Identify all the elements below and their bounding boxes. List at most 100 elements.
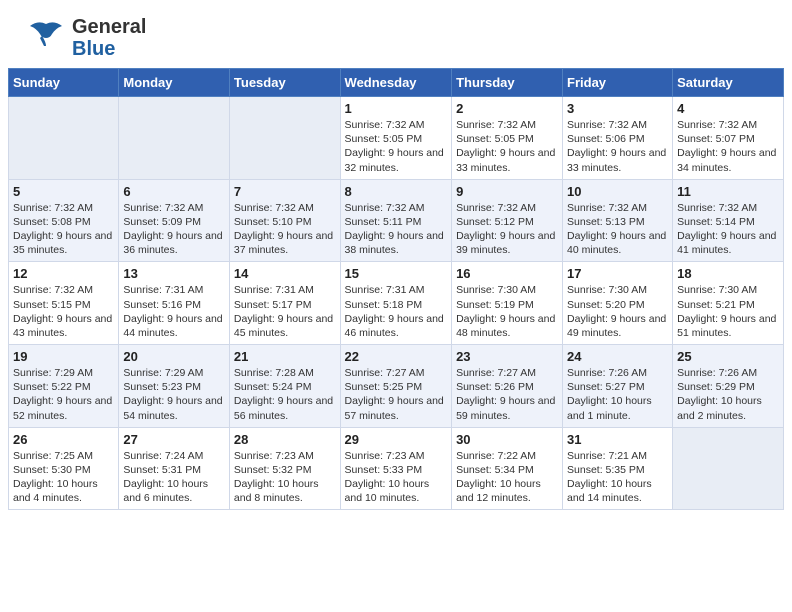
day-number: 12 (13, 266, 114, 281)
day-cell: 7 Sunrise: 7:32 AM Sunset: 5:10 PM Daylig… (229, 179, 340, 262)
day-number: 15 (345, 266, 448, 281)
weekday-header-wednesday: Wednesday (340, 69, 452, 97)
day-number: 11 (677, 184, 779, 199)
day-info: Sunrise: 7:32 AM Sunset: 5:08 PM Dayligh… (13, 201, 114, 258)
day-number: 25 (677, 349, 779, 364)
weekday-header-thursday: Thursday (452, 69, 563, 97)
day-number: 2 (456, 101, 558, 116)
week-row-1: 1 Sunrise: 7:32 AM Sunset: 5:05 PM Daylig… (9, 97, 784, 180)
day-cell: 19 Sunrise: 7:29 AM Sunset: 5:22 PM Dayli… (9, 345, 119, 428)
day-cell (9, 97, 119, 180)
day-cell: 26 Sunrise: 7:25 AM Sunset: 5:30 PM Dayli… (9, 427, 119, 510)
day-number: 8 (345, 184, 448, 199)
day-number: 4 (677, 101, 779, 116)
day-number: 18 (677, 266, 779, 281)
weekday-header-tuesday: Tuesday (229, 69, 340, 97)
day-info: Sunrise: 7:29 AM Sunset: 5:23 PM Dayligh… (123, 366, 225, 423)
day-info: Sunrise: 7:32 AM Sunset: 5:06 PM Dayligh… (567, 118, 668, 175)
day-cell: 23Sunrise: 7:27 AM Sunset: 5:26 PM Dayli… (452, 345, 563, 428)
day-cell: 14Sunrise: 7:31 AM Sunset: 5:17 PM Dayli… (229, 262, 340, 345)
day-cell: 29 Sunrise: 7:23 AM Sunset: 5:33 PM Dayli… (340, 427, 452, 510)
day-info: Sunrise: 7:29 AM Sunset: 5:22 PM Dayligh… (13, 366, 114, 423)
week-row-4: 19 Sunrise: 7:29 AM Sunset: 5:22 PM Dayli… (9, 345, 784, 428)
day-cell: 22 Sunrise: 7:27 AM Sunset: 5:25 PM Dayli… (340, 345, 452, 428)
day-info: Sunrise: 7:27 AM Sunset: 5:25 PM Dayligh… (345, 366, 448, 423)
day-cell: 1 Sunrise: 7:32 AM Sunset: 5:05 PM Daylig… (340, 97, 452, 180)
day-number: 20 (123, 349, 225, 364)
day-number: 3 (567, 101, 668, 116)
day-info: Sunrise: 7:26 AM Sunset: 5:29 PM Dayligh… (677, 366, 779, 423)
day-info: Sunrise: 7:25 AM Sunset: 5:30 PM Dayligh… (13, 449, 114, 506)
day-number: 30 (456, 432, 558, 447)
day-number: 7 (234, 184, 336, 199)
day-number: 26 (13, 432, 114, 447)
logo: General Blue (24, 16, 146, 60)
day-number: 16 (456, 266, 558, 281)
day-info: Sunrise: 7:23 AM Sunset: 5:33 PM Dayligh… (345, 449, 448, 506)
day-cell: 18 Sunrise: 7:30 AM Sunset: 5:21 PM Dayli… (673, 262, 784, 345)
day-number: 1 (345, 101, 448, 116)
day-cell: 25 Sunrise: 7:26 AM Sunset: 5:29 PM Dayli… (673, 345, 784, 428)
day-number: 13 (123, 266, 225, 281)
day-cell: 28 Sunrise: 7:23 AM Sunset: 5:32 PM Dayli… (229, 427, 340, 510)
week-row-5: 26 Sunrise: 7:25 AM Sunset: 5:30 PM Dayli… (9, 427, 784, 510)
day-cell: 4 Sunrise: 7:32 AM Sunset: 5:07 PM Daylig… (673, 97, 784, 180)
day-cell: 10 Sunrise: 7:32 AM Sunset: 5:13 PM Dayli… (563, 179, 673, 262)
day-cell: 17 Sunrise: 7:30 AM Sunset: 5:20 PM Dayli… (563, 262, 673, 345)
day-info: Sunrise: 7:24 AM Sunset: 5:31 PM Dayligh… (123, 449, 225, 506)
day-cell: 31 Sunrise: 7:21 AM Sunset: 5:35 PM Dayli… (563, 427, 673, 510)
day-info: Sunrise: 7:32 AM Sunset: 5:05 PM Dayligh… (345, 118, 448, 175)
logo-text-block: General Blue (72, 16, 146, 60)
logo-blue: Blue (72, 38, 146, 60)
day-number: 28 (234, 432, 336, 447)
day-info: Sunrise: 7:31 AM Sunset: 5:17 PM Dayligh… (234, 283, 336, 340)
day-info: Sunrise: 7:21 AM Sunset: 5:35 PM Dayligh… (567, 449, 668, 506)
day-cell: 20 Sunrise: 7:29 AM Sunset: 5:23 PM Dayli… (119, 345, 230, 428)
day-number: 9 (456, 184, 558, 199)
day-info: Sunrise: 7:30 AM Sunset: 5:20 PM Dayligh… (567, 283, 668, 340)
weekday-header-saturday: Saturday (673, 69, 784, 97)
day-cell: 2 Sunrise: 7:32 AM Sunset: 5:05 PM Daylig… (452, 97, 563, 180)
day-cell: 12 Sunrise: 7:32 AM Sunset: 5:15 PM Dayli… (9, 262, 119, 345)
week-row-2: 5Sunrise: 7:32 AM Sunset: 5:08 PM Daylig… (9, 179, 784, 262)
day-info: Sunrise: 7:30 AM Sunset: 5:21 PM Dayligh… (677, 283, 779, 340)
day-number: 29 (345, 432, 448, 447)
day-info: Sunrise: 7:32 AM Sunset: 5:05 PM Dayligh… (456, 118, 558, 175)
day-info: Sunrise: 7:23 AM Sunset: 5:32 PM Dayligh… (234, 449, 336, 506)
day-info: Sunrise: 7:28 AM Sunset: 5:24 PM Dayligh… (234, 366, 336, 423)
day-info: Sunrise: 7:32 AM Sunset: 5:10 PM Dayligh… (234, 201, 336, 258)
logo-general: General (72, 16, 146, 38)
day-cell: 3 Sunrise: 7:32 AM Sunset: 5:06 PM Daylig… (563, 97, 673, 180)
day-cell: 8 Sunrise: 7:32 AM Sunset: 5:11 PM Daylig… (340, 179, 452, 262)
day-number: 17 (567, 266, 668, 281)
day-number: 27 (123, 432, 225, 447)
day-number: 31 (567, 432, 668, 447)
day-info: Sunrise: 7:32 AM Sunset: 5:15 PM Dayligh… (13, 283, 114, 340)
day-number: 22 (345, 349, 448, 364)
day-cell: 13Sunrise: 7:31 AM Sunset: 5:16 PM Dayli… (119, 262, 230, 345)
day-info: Sunrise: 7:32 AM Sunset: 5:12 PM Dayligh… (456, 201, 558, 258)
day-cell (229, 97, 340, 180)
day-cell: 5Sunrise: 7:32 AM Sunset: 5:08 PM Daylig… (9, 179, 119, 262)
day-number: 10 (567, 184, 668, 199)
weekday-header-monday: Monday (119, 69, 230, 97)
day-info: Sunrise: 7:26 AM Sunset: 5:27 PM Dayligh… (567, 366, 668, 423)
weekday-header-row: SundayMondayTuesdayWednesdayThursdayFrid… (9, 69, 784, 97)
day-info: Sunrise: 7:32 AM Sunset: 5:09 PM Dayligh… (123, 201, 225, 258)
day-cell: 27 Sunrise: 7:24 AM Sunset: 5:31 PM Dayli… (119, 427, 230, 510)
day-cell: 9 Sunrise: 7:32 AM Sunset: 5:12 PM Daylig… (452, 179, 563, 262)
day-info: Sunrise: 7:30 AM Sunset: 5:19 PM Dayligh… (456, 283, 558, 340)
calendar-table: SundayMondayTuesdayWednesdayThursdayFrid… (8, 68, 784, 510)
day-number: 6 (123, 184, 225, 199)
day-info: Sunrise: 7:32 AM Sunset: 5:11 PM Dayligh… (345, 201, 448, 258)
day-info: Sunrise: 7:32 AM Sunset: 5:14 PM Dayligh… (677, 201, 779, 258)
day-info: Sunrise: 7:32 AM Sunset: 5:07 PM Dayligh… (677, 118, 779, 175)
day-info: Sunrise: 7:22 AM Sunset: 5:34 PM Dayligh… (456, 449, 558, 506)
day-cell: 15 Sunrise: 7:31 AM Sunset: 5:18 PM Dayli… (340, 262, 452, 345)
day-info: Sunrise: 7:32 AM Sunset: 5:13 PM Dayligh… (567, 201, 668, 258)
day-cell: 11 Sunrise: 7:32 AM Sunset: 5:14 PM Dayli… (673, 179, 784, 262)
day-number: 19 (13, 349, 114, 364)
day-number: 24 (567, 349, 668, 364)
day-info: Sunrise: 7:31 AM Sunset: 5:18 PM Dayligh… (345, 283, 448, 340)
day-info: Sunrise: 7:27 AM Sunset: 5:26 PM Dayligh… (456, 366, 558, 423)
